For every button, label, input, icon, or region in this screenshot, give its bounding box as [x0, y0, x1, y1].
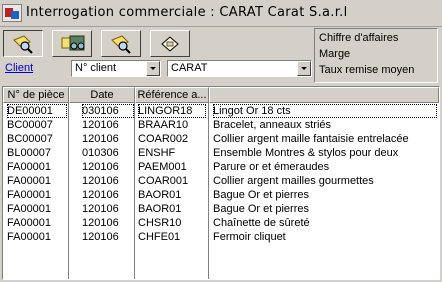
cell-designation: Bague Or et pierres — [213, 189, 309, 201]
cell-date: 120106 — [82, 189, 119, 201]
table-row[interactable]: FA00001 120106 BAOR01 Bague Or et pierre… — [3, 202, 439, 216]
field-combo-value: N° client — [75, 62, 117, 74]
cell-reference: BAOR01 — [138, 203, 182, 215]
cell-piece: FA00001 — [7, 203, 52, 215]
cell-reference: BRAAR10 — [138, 119, 189, 131]
cell-designation: Collier argent mailles gourmettes — [213, 175, 374, 187]
cell-reference: BAOR01 — [138, 189, 182, 201]
cell-date: 120106 — [82, 133, 119, 145]
table-row[interactable]: FA00001 120106 CHSR10 Chaînette de sûret… — [3, 216, 439, 230]
cell-reference: PAEM001 — [138, 161, 187, 173]
cell-designation: Bague Or et pierres — [213, 203, 309, 215]
search-detail-button[interactable] — [101, 30, 141, 57]
client-link[interactable]: Client — [5, 62, 33, 74]
field-combo[interactable]: N° client — [71, 60, 161, 77]
window-title: Interrogation commerciale : CARAT Carat … — [26, 5, 348, 20]
column-header-piece[interactable]: N° de pièce — [3, 87, 69, 103]
cell-reference: LINGOR18 — [138, 104, 206, 118]
column-header-reference[interactable]: Référence a... — [135, 87, 209, 103]
cell-piece: FA00001 — [7, 161, 52, 173]
cell-piece: FA00001 — [7, 189, 52, 201]
summary-panel: Chiffre d'affaires Marge Taux remise moy… — [314, 28, 438, 83]
chevron-down-icon[interactable] — [146, 61, 160, 76]
search-icon — [111, 35, 131, 54]
cell-designation: Chaînette de sûreté — [213, 217, 310, 229]
table-row[interactable]: BL00007 010306 ENSHF Ensemble Montres & … — [3, 146, 439, 160]
value-combo[interactable]: CARAT — [167, 60, 312, 77]
cell-piece: BL00007 — [7, 147, 52, 159]
value-combo-value: CARAT — [171, 62, 208, 74]
cell-designation: Lingot Or 18 cts — [213, 104, 437, 118]
cell-reference: COAR001 — [138, 175, 189, 187]
cell-designation: Collier argent maille fantaisie entrelac… — [213, 133, 409, 145]
cell-designation: Bracelet, anneaux striés — [213, 119, 332, 131]
table-row[interactable]: BC00007 120106 BRAAR10 Bracelet, anneaux… — [3, 118, 439, 132]
binoculars-icon — [61, 35, 85, 51]
column-header-date[interactable]: Date — [69, 87, 135, 103]
cell-date: 120106 — [82, 231, 119, 243]
table-row[interactable]: DE00001 030106 LINGOR18 Lingot Or 18 cts — [3, 104, 439, 118]
search-icon — [13, 35, 33, 54]
cell-date: 010306 — [82, 147, 119, 159]
table-row[interactable]: FA00001 120106 PAEM001 Parure or et émer… — [3, 160, 439, 174]
cell-piece: FA00001 — [7, 217, 52, 229]
cell-date: 120106 — [82, 119, 119, 131]
cell-reference: CHFE01 — [138, 231, 181, 243]
cell-date: 120106 — [82, 175, 119, 187]
table-row[interactable]: FA00001 120106 CHFE01 Fermoir cliquet — [3, 230, 439, 244]
column-header-designation[interactable] — [209, 87, 439, 103]
cell-reference: ENSHF — [138, 147, 176, 159]
binoculars-button[interactable] — [52, 30, 92, 57]
document-button[interactable] — [150, 30, 190, 57]
cell-reference: CHSR10 — [138, 217, 182, 229]
cell-piece: BC00007 — [7, 119, 53, 131]
cell-date: 120106 — [82, 217, 119, 229]
cell-date: 030106 — [82, 104, 134, 118]
cell-designation: Fermoir cliquet — [213, 231, 286, 243]
summary-discount-label: Taux remise moyen — [319, 64, 415, 76]
summary-margin-label: Marge — [319, 48, 351, 60]
cell-piece: FA00001 — [7, 175, 52, 187]
cell-piece: FA00001 — [7, 231, 52, 243]
app-icon — [2, 4, 22, 22]
summary-revenue-label: Chiffre d'affaires — [319, 32, 399, 44]
table-row[interactable]: BC00007 120106 COAR002 Collier argent ma… — [3, 132, 439, 146]
cell-date: 120106 — [82, 203, 119, 215]
results-table[interactable]: N° de pièce Date Référence a... DE00001 … — [2, 86, 440, 280]
cell-designation: Parure or et émeraudes — [213, 161, 330, 173]
table-row[interactable]: FA00001 120106 COAR001 Collier argent ma… — [3, 174, 439, 188]
cell-date: 120106 — [82, 161, 119, 173]
chevron-down-icon[interactable] — [297, 61, 311, 76]
cell-piece: DE00001 — [7, 104, 67, 118]
table-row[interactable]: FA00001 120106 BAOR01 Bague Or et pierre… — [3, 188, 439, 202]
cell-piece: BC00007 — [7, 133, 53, 145]
search-button[interactable] — [3, 30, 43, 57]
document-icon — [161, 36, 179, 52]
title-bar: Interrogation commerciale : CARAT Carat … — [0, 0, 442, 27]
cell-designation: Ensemble Montres & stylos pour deux — [213, 147, 399, 159]
cell-reference: COAR002 — [138, 133, 189, 145]
